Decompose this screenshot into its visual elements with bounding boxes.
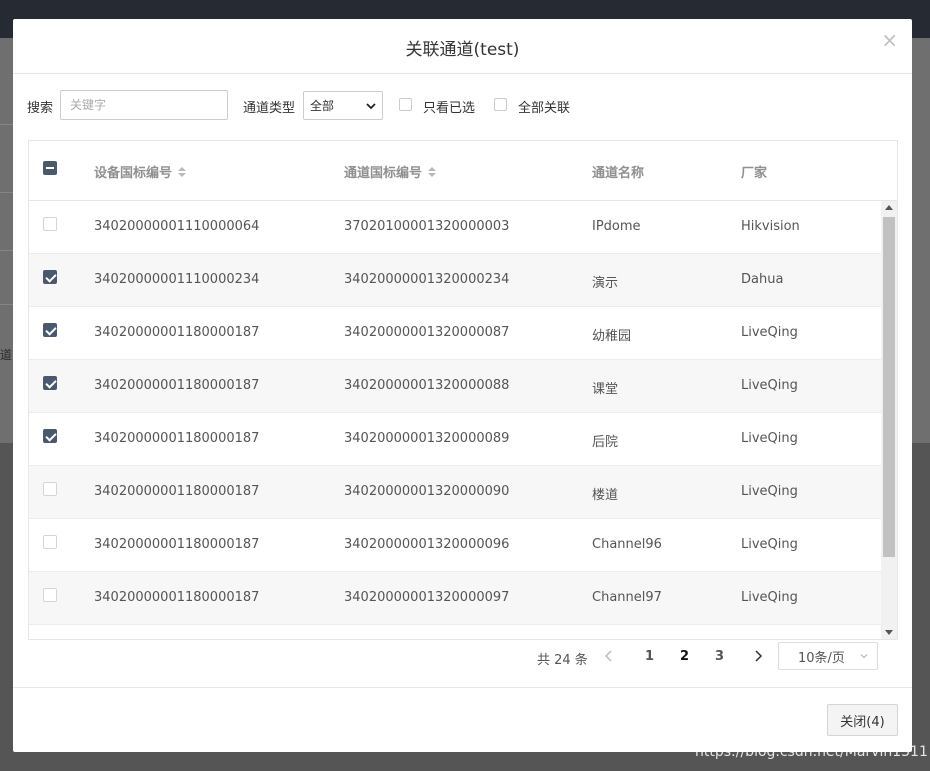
column-header-channel-name: 通道名称	[592, 166, 645, 181]
pagination: 共 24 条 1 2 3 10条/页	[13, 642, 912, 670]
column-header-vendor: 厂家	[741, 166, 768, 181]
table-body: 34020000001110000064 3702010000132000000…	[29, 201, 881, 625]
only-selected-label[interactable]: 只看已选	[423, 97, 475, 116]
table-row[interactable]: 34020000001180000187 3402000000132000009…	[29, 572, 881, 625]
table-row[interactable]: 34020000001180000187 3402000000132000009…	[29, 466, 881, 519]
row-checkbox[interactable]	[43, 429, 57, 443]
row-checkbox[interactable]	[43, 588, 57, 602]
scroll-down-icon[interactable]	[885, 630, 893, 635]
cell-channel-id: 34020000001320000089	[344, 431, 510, 446]
channel-type-label: 通道类型	[243, 101, 296, 116]
cell-vendor: LiveQing	[741, 484, 798, 499]
page-3-button[interactable]: 3	[715, 649, 724, 664]
cell-channel-id: 34020000001320000088	[344, 378, 510, 393]
cell-vendor: Dahua	[741, 272, 784, 287]
dialog-title: 关联通道(test)	[405, 40, 520, 60]
column-header-device-id[interactable]: 设备国标编号	[94, 162, 187, 181]
cell-channel-name: 课堂	[592, 382, 619, 397]
page-size-value: 10条/页	[798, 650, 845, 666]
row-checkbox[interactable]	[43, 535, 57, 549]
channel-type-select[interactable]: 全部	[303, 91, 383, 120]
cell-channel-name: 楼道	[592, 488, 619, 503]
cell-vendor: LiveQing	[741, 431, 798, 446]
scrollbar-thumb[interactable]	[883, 217, 895, 557]
link-all-label[interactable]: 全部关联	[518, 97, 570, 116]
cell-channel-id: 34020000001320000087	[344, 325, 510, 340]
sort-icon	[178, 166, 187, 177]
page-2-button[interactable]: 2	[680, 649, 689, 664]
chevron-down-icon	[366, 102, 376, 109]
cell-vendor: LiveQing	[741, 537, 798, 552]
table-row[interactable]: 34020000001180000187 3402000000132000008…	[29, 413, 881, 466]
page-1-button[interactable]: 1	[645, 649, 654, 664]
cell-device-id: 34020000001180000187	[94, 325, 260, 340]
table-header: 设备国标编号 通道国标编号 通道名称 厂家	[29, 141, 897, 201]
select-all-checkbox[interactable]	[43, 161, 57, 175]
table-row[interactable]: 34020000001180000187 3402000000132000008…	[29, 307, 881, 360]
close-button[interactable]: 关闭(4)	[827, 704, 898, 736]
link-channels-dialog: 关联通道(test) × 搜索 通道类型 全部 只看已选 全部关联 设备国标编号…	[13, 19, 912, 752]
search-input[interactable]	[60, 90, 228, 120]
dialog-header: 关联通道(test) ×	[13, 19, 912, 74]
cell-vendor: LiveQing	[741, 590, 798, 605]
cell-device-id: 34020000001180000187	[94, 431, 260, 446]
cell-channel-id: 34020000001320000096	[344, 537, 510, 552]
cell-vendor: LiveQing	[741, 378, 798, 393]
cell-device-id: 34020000001180000187	[94, 590, 260, 605]
row-checkbox[interactable]	[43, 323, 57, 337]
chevron-left-icon[interactable]	[602, 649, 616, 663]
row-checkbox[interactable]	[43, 482, 57, 496]
cell-device-id: 34020000001110000064	[94, 219, 260, 234]
cell-channel-id: 34020000001320000090	[344, 484, 510, 499]
cell-channel-name: IPdome	[592, 219, 641, 234]
cell-channel-name: 后院	[592, 435, 619, 450]
scroll-up-icon[interactable]	[885, 205, 893, 210]
cell-channel-name: 幼稚园	[592, 329, 632, 344]
table-row[interactable]: 34020000001180000187 3402000000132000008…	[29, 360, 881, 413]
channel-type-value: 全部	[310, 99, 335, 113]
cell-vendor: Hikvision	[741, 219, 800, 234]
cell-device-id: 34020000001180000187	[94, 537, 260, 552]
sort-icon	[428, 166, 437, 177]
cell-channel-id: 37020100001320000003	[344, 219, 510, 234]
link-all-checkbox[interactable]	[494, 98, 507, 111]
chevron-right-icon[interactable]	[751, 649, 765, 663]
table-row[interactable]: 34020000001180000187 3402000000132000009…	[29, 519, 881, 572]
table-scrollbar[interactable]	[881, 201, 897, 639]
chevron-down-icon	[860, 654, 868, 659]
background-text-fragment: 道	[0, 348, 13, 362]
table-row[interactable]: 34020000001110000234 3402000000132000023…	[29, 254, 881, 307]
channel-table: 设备国标编号 通道国标编号 通道名称 厂家 340200000011100000…	[28, 140, 898, 640]
cell-channel-name: Channel97	[592, 590, 662, 605]
table-row[interactable]: 34020000001110000064 3702010000132000000…	[29, 201, 881, 254]
cell-channel-name: Channel96	[592, 537, 662, 552]
cell-channel-id: 34020000001320000097	[344, 590, 510, 605]
close-icon[interactable]: ×	[881, 30, 898, 50]
cell-channel-id: 34020000001320000234	[344, 272, 510, 287]
cell-device-id: 34020000001110000234	[94, 272, 260, 287]
row-checkbox[interactable]	[43, 376, 57, 390]
cell-vendor: LiveQing	[741, 325, 798, 340]
dialog-footer: 关闭(4)	[13, 687, 912, 752]
filter-toolbar: 搜索 通道类型 全部 只看已选 全部关联	[27, 90, 897, 120]
watermark: https://blog.csdn.net/Marvin1311	[695, 744, 928, 760]
only-selected-checkbox[interactable]	[399, 98, 412, 111]
cell-device-id: 34020000001180000187	[94, 484, 260, 499]
page-size-select[interactable]: 10条/页	[778, 642, 878, 670]
search-label: 搜索	[27, 101, 54, 116]
cell-device-id: 34020000001180000187	[94, 378, 260, 393]
pagination-total: 共 24 条	[537, 653, 588, 668]
cell-channel-name: 演示	[592, 276, 619, 291]
row-checkbox[interactable]	[43, 270, 57, 284]
row-checkbox[interactable]	[43, 217, 57, 231]
column-header-channel-id[interactable]: 通道国标编号	[344, 162, 437, 181]
